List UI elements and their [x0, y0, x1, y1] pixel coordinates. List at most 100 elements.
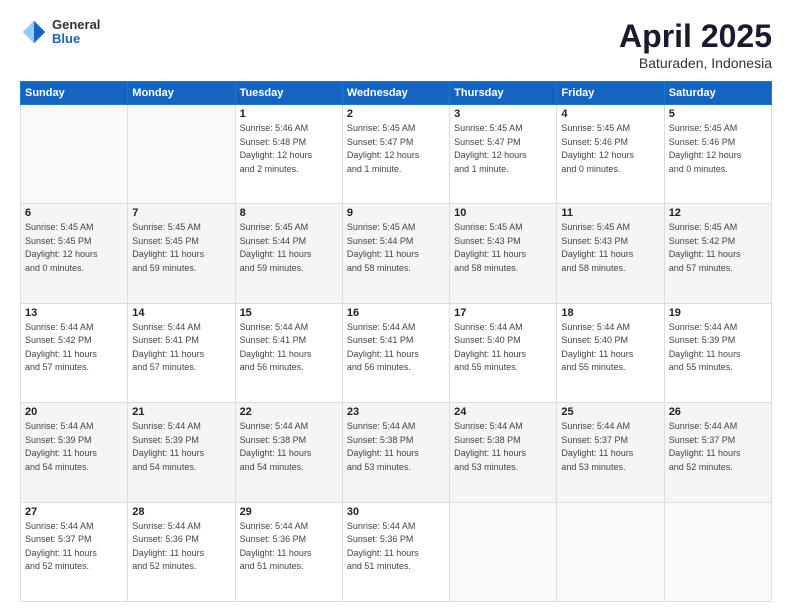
table-row: [664, 502, 771, 601]
day-info: Sunrise: 5:44 AMSunset: 5:36 PMDaylight:…: [347, 520, 445, 574]
col-sunday: Sunday: [21, 82, 128, 105]
day-number: 11: [561, 207, 659, 219]
day-number: 28: [132, 506, 230, 518]
day-number: 19: [669, 307, 767, 319]
day-info: Sunrise: 5:44 AMSunset: 5:38 PMDaylight:…: [240, 420, 338, 474]
calendar-week-row: 27 Sunrise: 5:44 AMSunset: 5:37 PMDayligh…: [21, 502, 772, 601]
day-number: 7: [132, 207, 230, 219]
table-row: 4Sunrise: 5:45 AMSunset: 5:46 PMDaylight…: [557, 105, 664, 204]
logo-icon: [20, 18, 48, 46]
day-number: 22: [240, 406, 338, 418]
table-row: 20Sunrise: 5:44 AMSunset: 5:39 PMDayligh…: [21, 403, 128, 502]
day-info: Sunrise: 5:44 AMSunset: 5:37 PMDaylight:…: [25, 520, 123, 574]
day-number: 20: [25, 406, 123, 418]
day-info: Sunrise: 5:44 AMSunset: 5:37 PMDaylight:…: [561, 420, 659, 474]
day-info: Sunrise: 5:45 AMSunset: 5:47 PMDaylight:…: [454, 122, 552, 176]
table-row: 5 Sunrise: 5:45 AMSunset: 5:46 PMDaylight…: [664, 105, 771, 204]
logo-blue: Blue: [52, 32, 100, 46]
day-number: 2: [347, 108, 445, 120]
col-wednesday: Wednesday: [342, 82, 449, 105]
table-row: 13 Sunrise: 5:44 AMSunset: 5:42 PMDayligh…: [21, 303, 128, 402]
logo-text: General Blue: [52, 18, 100, 47]
table-row: 7 Sunrise: 5:45 AMSunset: 5:45 PMDaylight…: [128, 204, 235, 303]
title-month: April 2025: [619, 18, 772, 55]
day-number: 27: [25, 506, 123, 518]
day-number: 24: [454, 406, 552, 418]
day-info: Sunrise: 5:44 AMSunset: 5:39 PMDaylight:…: [132, 420, 230, 474]
day-info: Sunrise: 5:45 AMSunset: 5:47 PMDaylight:…: [347, 122, 445, 176]
day-number: 5: [669, 108, 767, 120]
title-block: April 2025 Baturaden, Indonesia: [619, 18, 772, 71]
day-info: Sunrise: 5:46 AMSunset: 5:48 PMDaylight:…: [240, 122, 338, 176]
day-number: 18: [561, 307, 659, 319]
logo-general: General: [52, 18, 100, 32]
table-row: 12Sunrise: 5:45 AMSunset: 5:42 PMDayligh…: [664, 204, 771, 303]
calendar-table: Sunday Monday Tuesday Wednesday Thursday…: [20, 81, 772, 602]
day-number: 30: [347, 506, 445, 518]
day-number: 6: [25, 207, 123, 219]
table-row: 29Sunrise: 5:44 AMSunset: 5:36 PMDayligh…: [235, 502, 342, 601]
day-info: Sunrise: 5:44 AMSunset: 5:41 PMDaylight:…: [347, 321, 445, 375]
day-number: 3: [454, 108, 552, 120]
table-row: 14 Sunrise: 5:44 AMSunset: 5:41 PMDayligh…: [128, 303, 235, 402]
day-info: Sunrise: 5:45 AMSunset: 5:46 PMDaylight:…: [669, 122, 767, 176]
table-row: 2 Sunrise: 5:45 AMSunset: 5:47 PMDaylight…: [342, 105, 449, 204]
table-row: 25 Sunrise: 5:44 AMSunset: 5:37 PMDayligh…: [557, 403, 664, 502]
day-info: Sunrise: 5:44 AMSunset: 5:41 PMDaylight:…: [240, 321, 338, 375]
day-info: Sunrise: 5:45 AMSunset: 5:43 PMDaylight:…: [561, 221, 659, 275]
day-info: Sunrise: 5:45 AMSunset: 5:44 PMDaylight:…: [240, 221, 338, 275]
day-number: 13: [25, 307, 123, 319]
table-row: 23 Sunrise: 5:44 AMSunset: 5:38 PMDayligh…: [342, 403, 449, 502]
table-row: 15Sunrise: 5:44 AMSunset: 5:41 PMDayligh…: [235, 303, 342, 402]
col-friday: Friday: [557, 82, 664, 105]
page: General Blue April 2025 Baturaden, Indon…: [0, 0, 792, 612]
table-row: 6 Sunrise: 5:45 AMSunset: 5:45 PMDaylight…: [21, 204, 128, 303]
table-row: [128, 105, 235, 204]
title-location: Baturaden, Indonesia: [619, 55, 772, 71]
day-info: Sunrise: 5:45 AMSunset: 5:42 PMDaylight:…: [669, 221, 767, 275]
table-row: 24Sunrise: 5:44 AMSunset: 5:38 PMDayligh…: [450, 403, 557, 502]
table-row: 10 Sunrise: 5:45 AMSunset: 5:43 PMDayligh…: [450, 204, 557, 303]
header: General Blue April 2025 Baturaden, Indon…: [20, 18, 772, 71]
day-info: Sunrise: 5:44 AMSunset: 5:37 PMDaylight:…: [669, 420, 767, 474]
day-info: Sunrise: 5:44 AMSunset: 5:38 PMDaylight:…: [347, 420, 445, 474]
day-number: 26: [669, 406, 767, 418]
day-info: Sunrise: 5:44 AMSunset: 5:36 PMDaylight:…: [132, 520, 230, 574]
day-info: Sunrise: 5:44 AMSunset: 5:42 PMDaylight:…: [25, 321, 123, 375]
day-number: 1: [240, 108, 338, 120]
calendar-header-row: Sunday Monday Tuesday Wednesday Thursday…: [21, 82, 772, 105]
day-number: 4: [561, 108, 659, 120]
day-number: 10: [454, 207, 552, 219]
day-info: Sunrise: 5:45 AMSunset: 5:44 PMDaylight:…: [347, 221, 445, 275]
table-row: 8 Sunrise: 5:45 AMSunset: 5:44 PMDaylight…: [235, 204, 342, 303]
table-row: [21, 105, 128, 204]
table-row: 28 Sunrise: 5:44 AMSunset: 5:36 PMDayligh…: [128, 502, 235, 601]
logo: General Blue: [20, 18, 100, 47]
day-number: 21: [132, 406, 230, 418]
day-number: 23: [347, 406, 445, 418]
table-row: 9 Sunrise: 5:45 AMSunset: 5:44 PMDaylight…: [342, 204, 449, 303]
table-row: 30 Sunrise: 5:44 AMSunset: 5:36 PMDayligh…: [342, 502, 449, 601]
day-info: Sunrise: 5:44 AMSunset: 5:40 PMDaylight:…: [561, 321, 659, 375]
table-row: 1 Sunrise: 5:46 AMSunset: 5:48 PMDaylight…: [235, 105, 342, 204]
table-row: 22 Sunrise: 5:44 AMSunset: 5:38 PMDayligh…: [235, 403, 342, 502]
table-row: 19Sunrise: 5:44 AMSunset: 5:39 PMDayligh…: [664, 303, 771, 402]
day-number: 9: [347, 207, 445, 219]
table-row: 16 Sunrise: 5:44 AMSunset: 5:41 PMDayligh…: [342, 303, 449, 402]
day-info: Sunrise: 5:44 AMSunset: 5:36 PMDaylight:…: [240, 520, 338, 574]
day-info: Sunrise: 5:44 AMSunset: 5:40 PMDaylight:…: [454, 321, 552, 375]
col-tuesday: Tuesday: [235, 82, 342, 105]
day-info: Sunrise: 5:45 AMSunset: 5:43 PMDaylight:…: [454, 221, 552, 275]
day-number: 14: [132, 307, 230, 319]
day-info: Sunrise: 5:44 AMSunset: 5:41 PMDaylight:…: [132, 321, 230, 375]
day-number: 8: [240, 207, 338, 219]
table-row: 17Sunrise: 5:44 AMSunset: 5:40 PMDayligh…: [450, 303, 557, 402]
day-info: Sunrise: 5:45 AMSunset: 5:45 PMDaylight:…: [132, 221, 230, 275]
col-saturday: Saturday: [664, 82, 771, 105]
day-number: 16: [347, 307, 445, 319]
table-row: 26 Sunrise: 5:44 AMSunset: 5:37 PMDayligh…: [664, 403, 771, 502]
day-number: 25: [561, 406, 659, 418]
table-row: 18 Sunrise: 5:44 AMSunset: 5:40 PMDayligh…: [557, 303, 664, 402]
day-info: Sunrise: 5:45 AMSunset: 5:45 PMDaylight:…: [25, 221, 123, 275]
table-row: 3 Sunrise: 5:45 AMSunset: 5:47 PMDaylight…: [450, 105, 557, 204]
